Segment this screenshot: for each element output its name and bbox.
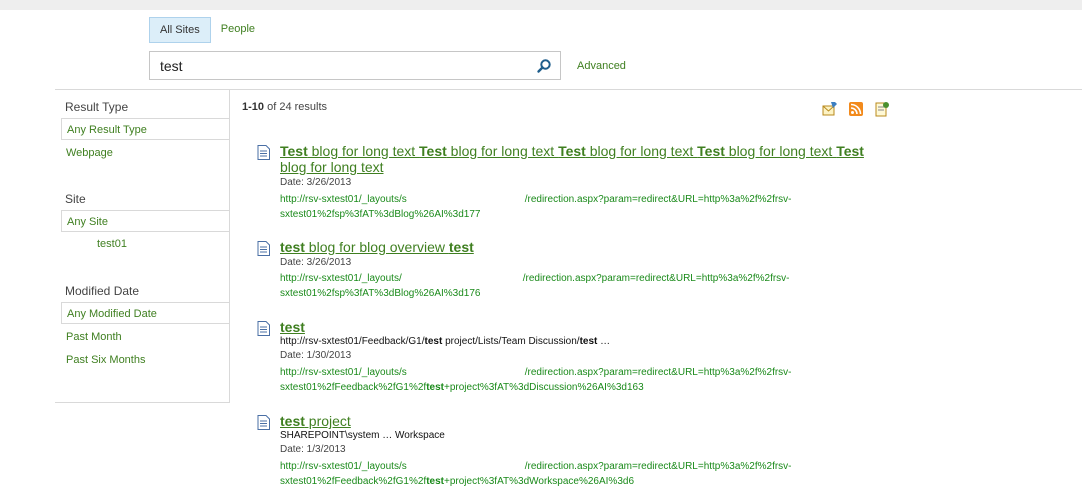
highlighted-term: Test [836, 143, 864, 159]
text-fragment: blog for long text [280, 159, 384, 175]
result-date: Date: 3/26/2013 [280, 177, 352, 188]
highlighted-term: test [280, 319, 305, 335]
result-url-left: http://rsv-sxtest01/_layouts/s [280, 461, 407, 472]
highlighted-term: test [426, 476, 444, 487]
text-fragment: blog for long text [724, 143, 837, 159]
result-url-right: /redirection.aspx?param=redirect&URL=htt… [524, 194, 792, 205]
result-url-right: /redirection.aspx?param=redirect&URL=htt… [524, 367, 792, 378]
rss-icon[interactable] [848, 101, 864, 117]
text-fragment: blog for long text [446, 143, 559, 159]
tab-people[interactable]: People [211, 17, 265, 41]
refiner-past-month[interactable]: Past Month [61, 326, 230, 348]
refiner-past-six-months[interactable]: Past Six Months [61, 349, 230, 371]
tab-all-sites[interactable]: All Sites [149, 17, 211, 43]
text-fragment: blog for blog overview [304, 239, 449, 255]
result-url[interactable]: http://rsv-sxtest01/_layouts/ /redirectio… [280, 271, 840, 301]
result-url[interactable]: http://rsv-sxtest01/_layouts/s/redirecti… [280, 365, 840, 395]
text-fragment: sxtest01%2fFeedback%2fG1%2f [280, 382, 427, 393]
result-title[interactable]: test [280, 319, 890, 335]
search-input[interactable] [160, 56, 520, 76]
result-date: Date: 3/26/2013 [280, 257, 352, 268]
result-url-line2: sxtest01%2fFeedback%2fG1%2ftest+project%… [280, 382, 644, 393]
highlighted-term: Test [419, 143, 447, 159]
refiner-heading-site: Site [65, 192, 86, 206]
result-total: of 24 results [267, 101, 328, 113]
highlighted-term: test [448, 239, 474, 255]
result-item: Test blog for long text Test blog for lo… [257, 143, 897, 177]
result-title[interactable]: test project [280, 413, 890, 429]
result-url-right: /redirection.aspx?param=redirect&URL=htt… [524, 461, 792, 472]
result-actions [822, 101, 890, 117]
refiner-any-result-type[interactable]: Any Result Type [61, 118, 230, 140]
document-icon [257, 241, 270, 256]
text-fragment: blog for long text [585, 143, 698, 159]
text-fragment: project/Lists/Team Discussion/ [442, 336, 580, 347]
highlighted-term: test [280, 239, 305, 255]
refiner-any-modified-date[interactable]: Any Modified Date [61, 302, 230, 324]
refiner-heading-modified-date: Modified Date [65, 284, 140, 298]
text-fragment: +project%3fAT%3dWorkspace%26AI%3d6 [444, 476, 635, 487]
search-box [149, 51, 561, 80]
highlighted-term: test [280, 413, 305, 429]
advanced-search-link[interactable]: Advanced [577, 60, 626, 72]
result-url-right: /redirection.aspx?param=redirect&URL=htt… [522, 273, 790, 284]
highlighted-term: test [579, 336, 598, 347]
result-date: Date: 1/3/2013 [280, 444, 346, 455]
refiner-site-test01[interactable]: test01 [61, 233, 230, 255]
result-url-line2: sxtest01%2fFeedback%2fG1%2ftest+project%… [280, 476, 634, 487]
document-icon [257, 321, 270, 336]
result-snippet: http://rsv-sxtest01/Feedback/G1/test pro… [280, 336, 610, 347]
result-count: 1-10 of 24 results [242, 101, 327, 113]
text-fragment: +project%3fAT%3dDiscussion%26AI%3d163 [444, 382, 644, 393]
document-icon [257, 415, 270, 430]
result-range: 1-10 [242, 101, 265, 113]
text-fragment: sxtest01%2fFeedback%2fG1%2f [280, 476, 427, 487]
search-scope-tabs: All Sites People [149, 17, 265, 43]
highlighted-term: test [426, 382, 444, 393]
alert-icon[interactable] [822, 101, 838, 117]
result-url[interactable]: http://rsv-sxtest01/_layouts/s/redirecti… [280, 192, 840, 222]
result-url-line2: sxtest01%2fsp%3fAT%3dBlog%26AI%3d176 [280, 288, 481, 299]
top-bar [0, 0, 1082, 10]
highlighted-term: Test [280, 143, 308, 159]
result-snippet: SHAREPOINT\system … Workspace [280, 430, 445, 441]
highlighted-term: test [424, 336, 443, 347]
refiner-webpage[interactable]: Webpage [61, 142, 230, 164]
highlighted-term: Test [558, 143, 586, 159]
result-url-left: http://rsv-sxtest01/_layouts/s [280, 367, 407, 378]
search-icon[interactable] [536, 58, 552, 74]
result-item: test blog for blog overview test [257, 239, 897, 257]
result-url-left: http://rsv-sxtest01/_layouts/s [280, 194, 407, 205]
text-fragment: http://rsv-sxtest01/Feedback/G1/ [280, 336, 425, 347]
refiner-any-site[interactable]: Any Site [61, 210, 230, 232]
search-settings-icon[interactable] [874, 101, 890, 117]
text-fragment: blog for long text [307, 143, 420, 159]
text-fragment: … [597, 336, 611, 347]
result-item: test [257, 319, 897, 337]
result-url[interactable]: http://rsv-sxtest01/_layouts/s/redirecti… [280, 459, 840, 489]
highlighted-term: Test [697, 143, 725, 159]
document-icon [257, 145, 270, 160]
result-date: Date: 1/30/2013 [280, 350, 352, 361]
refinement-panel: Result Type Any Result Type Webpage Site… [55, 90, 230, 403]
result-url-line2: sxtest01%2fsp%3fAT%3dBlog%26AI%3d177 [280, 209, 481, 220]
result-item: test project [257, 413, 897, 431]
result-url-left: http://rsv-sxtest01/_layouts/ [280, 273, 402, 284]
text-fragment: SHAREPOINT\system … Workspace [280, 430, 445, 441]
text-fragment: project [304, 413, 351, 429]
result-title[interactable]: Test blog for long text Test blog for lo… [280, 143, 890, 175]
result-title[interactable]: test blog for blog overview test [280, 239, 890, 255]
refiner-heading-result-type: Result Type [65, 100, 129, 114]
